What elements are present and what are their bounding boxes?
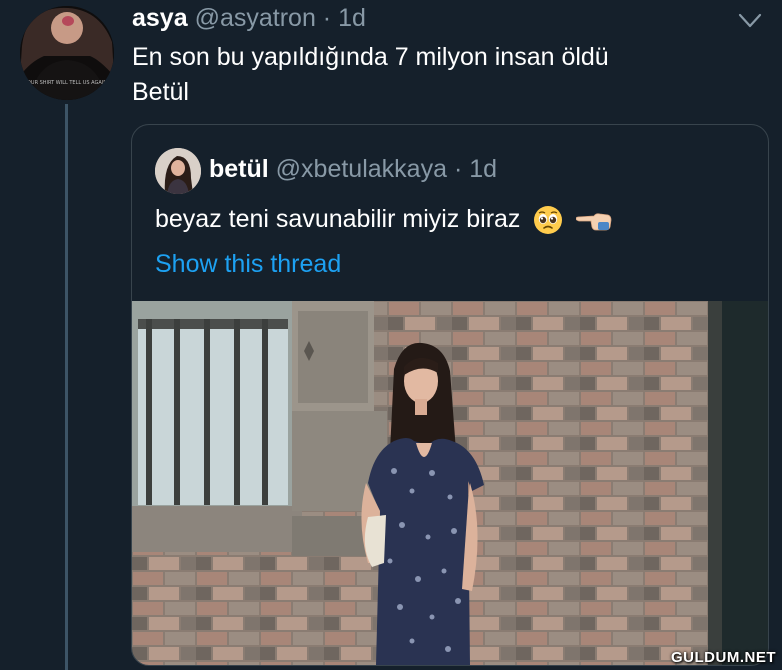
author-handle[interactable]: @asyatron xyxy=(195,4,316,32)
svg-text:OUR SHIRT WILL TELL US AGAIN: OUR SHIRT WILL TELL US AGAIN xyxy=(27,80,107,86)
quoted-tweet-text: beyaz teni savunabilir miyiz biraz xyxy=(155,205,521,233)
photo-image xyxy=(132,301,768,665)
quoted-tweet-text-row: beyaz teni savunabilir miyiz biraz xyxy=(155,205,612,235)
watermark-logo: GULDUM.NET xyxy=(671,649,776,666)
tweet-text: En son bu yapıldığında 7 milyon insan öl… xyxy=(132,40,752,110)
quoted-tweet-timestamp[interactable]: 1d xyxy=(469,155,497,183)
quoted-author-handle[interactable]: @xbetulakkaya xyxy=(276,155,447,183)
separator-dot: · xyxy=(322,4,332,32)
tweet-timestamp[interactable]: 1d xyxy=(338,4,366,32)
quoted-tweet-card[interactable]: betül @xbetulakkaya · 1d beyaz teni savu… xyxy=(131,124,769,666)
tweet-text-line-2: Betül xyxy=(132,78,189,106)
quoted-tweet-photo[interactable] xyxy=(132,301,768,665)
tweet-header: asya @asyatron · 1d xyxy=(132,4,366,33)
quoted-author-avatar[interactable] xyxy=(155,148,201,194)
quoted-avatar-image xyxy=(155,148,201,194)
author-avatar[interactable]: OUR SHIRT WILL TELL US AGAIN xyxy=(20,6,114,100)
show-this-thread-link[interactable]: Show this thread xyxy=(155,250,341,279)
tweet-text-line-1: En son bu yapıldığında 7 milyon insan öl… xyxy=(132,43,609,71)
chevron-down-icon[interactable] xyxy=(738,12,762,30)
thread-connector-line xyxy=(65,104,68,670)
backhand-index-pointing-left-emoji xyxy=(576,213,612,231)
quoted-author-display-name[interactable]: betül xyxy=(209,155,269,183)
pleading-face-emoji xyxy=(534,206,563,235)
quoted-tweet-header: betül @xbetulakkaya · 1d xyxy=(209,155,497,184)
author-display-name[interactable]: asya xyxy=(132,4,188,32)
quoted-separator-dot: · xyxy=(453,155,463,183)
avatar-image: OUR SHIRT WILL TELL US AGAIN xyxy=(20,6,114,100)
